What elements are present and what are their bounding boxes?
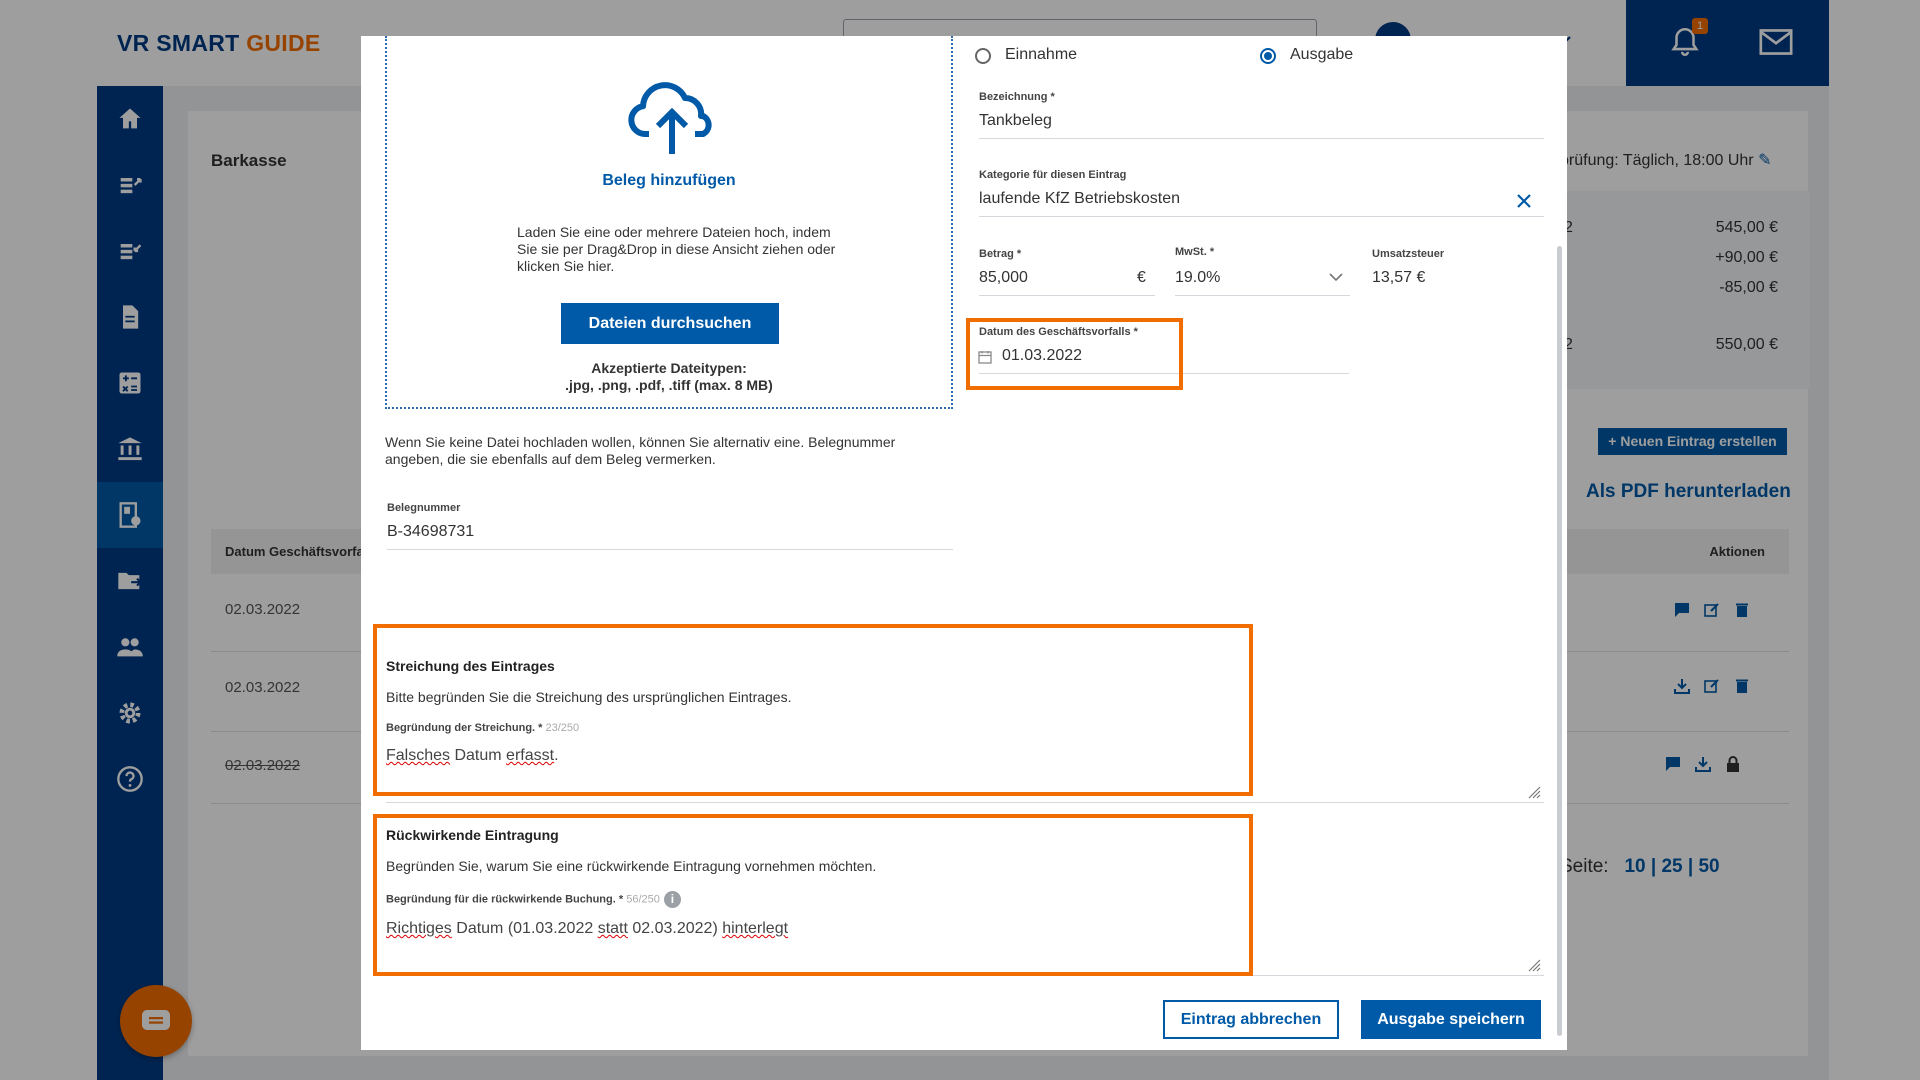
betrag-underline xyxy=(979,295,1155,296)
bezeichnung-label: Bezeichnung * xyxy=(979,91,1055,103)
browse-files-button[interactable]: Dateien durchsuchen xyxy=(561,303,779,344)
bezeichnung-underline xyxy=(979,138,1544,139)
streichung-highlight xyxy=(373,624,1253,796)
betrag-input[interactable]: 85,000 xyxy=(979,269,1028,287)
belegnummer-hint: Wenn Sie keine Datei hochladen wollen, k… xyxy=(385,434,896,467)
datum-highlight xyxy=(966,318,1183,390)
betrag-label: Betrag * xyxy=(979,248,1022,260)
accepted-types-label: Akzeptierte Dateitypen: xyxy=(591,360,747,376)
mwst-label: MwSt. * xyxy=(1175,246,1215,258)
mwst-select[interactable]: 19.0% xyxy=(1175,269,1220,287)
cancel-entry-button[interactable]: Eintrag abbrechen xyxy=(1163,1000,1339,1039)
belegnummer-label: Belegnummer xyxy=(387,502,461,514)
radio-einnahme[interactable] xyxy=(975,48,991,64)
streichung-underline xyxy=(386,802,1544,803)
resize-handle-icon[interactable] xyxy=(1527,785,1541,799)
resize-handle-icon[interactable] xyxy=(1527,958,1541,972)
entry-dialog: Beleg hinzufügen Laden Sie eine oder meh… xyxy=(361,36,1567,1050)
currency-symbol: € xyxy=(1137,269,1146,286)
kategorie-label: Kategorie für diesen Eintrag xyxy=(979,169,1127,181)
accepted-types-value: .jpg, .png, .pdf, .tiff (max. 8 MB) xyxy=(565,377,773,393)
bezeichnung-input[interactable]: Tankbeleg xyxy=(979,112,1052,130)
rueckwirkend-highlight xyxy=(373,814,1253,976)
belegnummer-underline xyxy=(387,549,953,550)
radio-einnahme-label[interactable]: Einnahme xyxy=(1005,46,1077,64)
kategorie-underline xyxy=(979,216,1544,217)
save-expense-button[interactable]: Ausgabe speichern xyxy=(1361,1000,1541,1039)
kategorie-select[interactable]: laufende KfZ Betriebskosten xyxy=(979,190,1180,208)
chevron-down-icon[interactable] xyxy=(1329,272,1343,282)
clear-icon[interactable] xyxy=(1516,193,1532,209)
radio-ausgabe-label[interactable]: Ausgabe xyxy=(1290,46,1353,64)
radio-ausgabe[interactable] xyxy=(1260,48,1276,64)
ust-value: 13,57 € xyxy=(1372,269,1426,286)
mwst-underline xyxy=(1175,295,1350,296)
upload-description: Laden Sie eine oder mehrere Dateien hoch… xyxy=(517,224,836,274)
ust-label: Umsatzsteuer xyxy=(1372,248,1445,260)
cloud-upload-icon xyxy=(628,82,712,154)
scrollbar[interactable] xyxy=(1557,246,1562,1036)
upload-title: Beleg hinzufügen xyxy=(602,172,736,189)
upload-dropzone[interactable]: Beleg hinzufügen Laden Sie eine oder meh… xyxy=(385,36,953,409)
belegnummer-input[interactable]: B-34698731 xyxy=(387,523,474,541)
